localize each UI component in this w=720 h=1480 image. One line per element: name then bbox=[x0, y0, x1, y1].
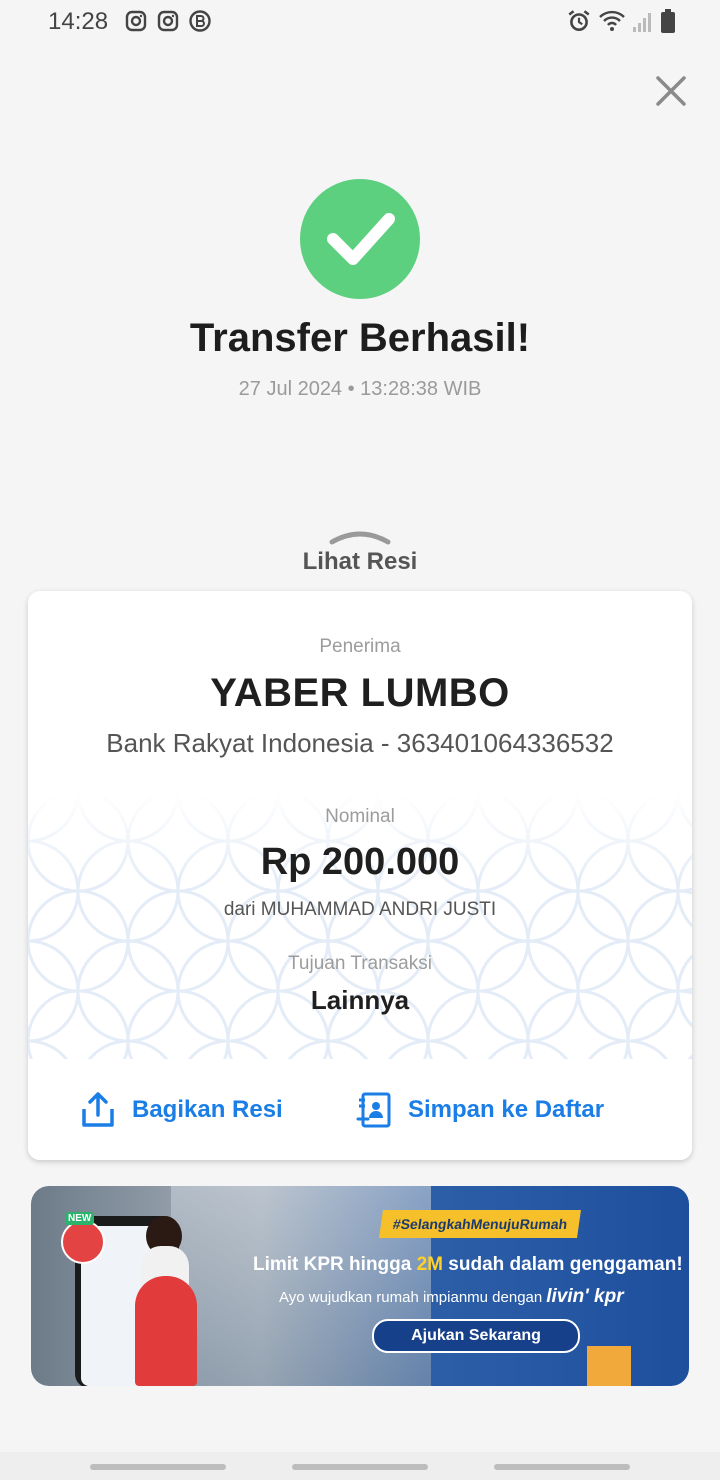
banner-headline: Limit KPR hingga 2M sudah dalam genggama… bbox=[253, 1254, 683, 1276]
signal-icon bbox=[632, 9, 654, 38]
receipt-card: Penerima YABER LUMBO Bank Rakyat Indones… bbox=[28, 591, 692, 1160]
apply-now-button[interactable]: Ajukan Sekarang bbox=[372, 1319, 580, 1353]
share-icon bbox=[82, 1091, 114, 1127]
share-receipt-button[interactable]: Bagikan Resi bbox=[80, 1059, 283, 1160]
sender-name: dari MUHAMMAD ANDRI JUSTI bbox=[223, 899, 497, 920]
instagram-icon bbox=[124, 9, 148, 38]
nav-handle-left[interactable] bbox=[90, 1464, 226, 1470]
notification-icons bbox=[124, 9, 212, 38]
check-icon bbox=[327, 213, 395, 265]
house-key-icon bbox=[587, 1346, 631, 1386]
alarm-icon bbox=[566, 8, 592, 39]
close-button[interactable] bbox=[652, 72, 690, 110]
b-messenger-icon bbox=[188, 9, 212, 38]
recipient-label: Penerima bbox=[319, 636, 401, 657]
recipient-name: YABER LUMBO bbox=[210, 671, 510, 715]
save-to-list-button[interactable]: Simpan ke Daftar bbox=[356, 1059, 604, 1160]
banner-headline-post: sudah dalam genggaman! bbox=[443, 1254, 683, 1275]
status-time: 14:28 bbox=[48, 8, 109, 35]
banner-headline-pre: Limit KPR hingga bbox=[253, 1254, 417, 1275]
nav-handle-center[interactable] bbox=[292, 1464, 428, 1470]
system-nav-bar bbox=[0, 1452, 720, 1480]
transaction-timestamp: 27 Jul 2024 • 13:28:38 WIB bbox=[238, 378, 482, 400]
new-badge: NEW bbox=[65, 1212, 95, 1225]
livin-kpr-logo: livin' kpr bbox=[546, 1286, 624, 1307]
share-receipt-label: Bagikan Resi bbox=[132, 1095, 283, 1123]
receipt-toggle[interactable]: Lihat Resi bbox=[0, 548, 720, 576]
recipient-bank-account: Bank Rakyat Indonesia - 363401064336532 bbox=[106, 728, 614, 758]
save-to-list-label: Simpan ke Daftar bbox=[408, 1095, 605, 1123]
discount-badge-icon bbox=[61, 1220, 105, 1264]
wifi-icon bbox=[598, 9, 626, 38]
banner-subline-text: Ayo wujudkan rumah impianmu dengan bbox=[279, 1289, 543, 1306]
battery-icon bbox=[660, 8, 676, 39]
status-bar: 14:28 bbox=[0, 0, 720, 44]
close-icon bbox=[656, 76, 686, 106]
banner-hashtag: #SelangkahMenujuRumah bbox=[379, 1210, 582, 1238]
transaction-purpose: Lainnya bbox=[310, 985, 410, 1015]
transfer-amount: Rp 200.000 bbox=[260, 841, 460, 883]
receipt-actions: Bagikan Resi Simpan ke Daftar bbox=[28, 1059, 692, 1160]
card-background-pattern bbox=[28, 791, 692, 1059]
success-icon bbox=[300, 179, 420, 299]
page-title: Transfer Berhasil! bbox=[189, 316, 531, 360]
instagram-icon bbox=[156, 9, 180, 38]
promo-banner[interactable]: NEW #SelangkahMenujuRumah Limit KPR hing… bbox=[31, 1186, 689, 1386]
purpose-label: Tujuan Transaksi bbox=[288, 953, 432, 974]
add-contact-icon bbox=[356, 1092, 391, 1127]
nav-handle-right[interactable] bbox=[494, 1464, 630, 1470]
banner-person-skirt bbox=[135, 1276, 197, 1386]
banner-headline-highlight: 2M bbox=[416, 1254, 444, 1275]
amount-label: Nominal bbox=[325, 806, 395, 827]
banner-subline: Ayo wujudkan rumah impianmu dengan livin'… bbox=[279, 1286, 624, 1308]
system-icons bbox=[566, 8, 676, 39]
